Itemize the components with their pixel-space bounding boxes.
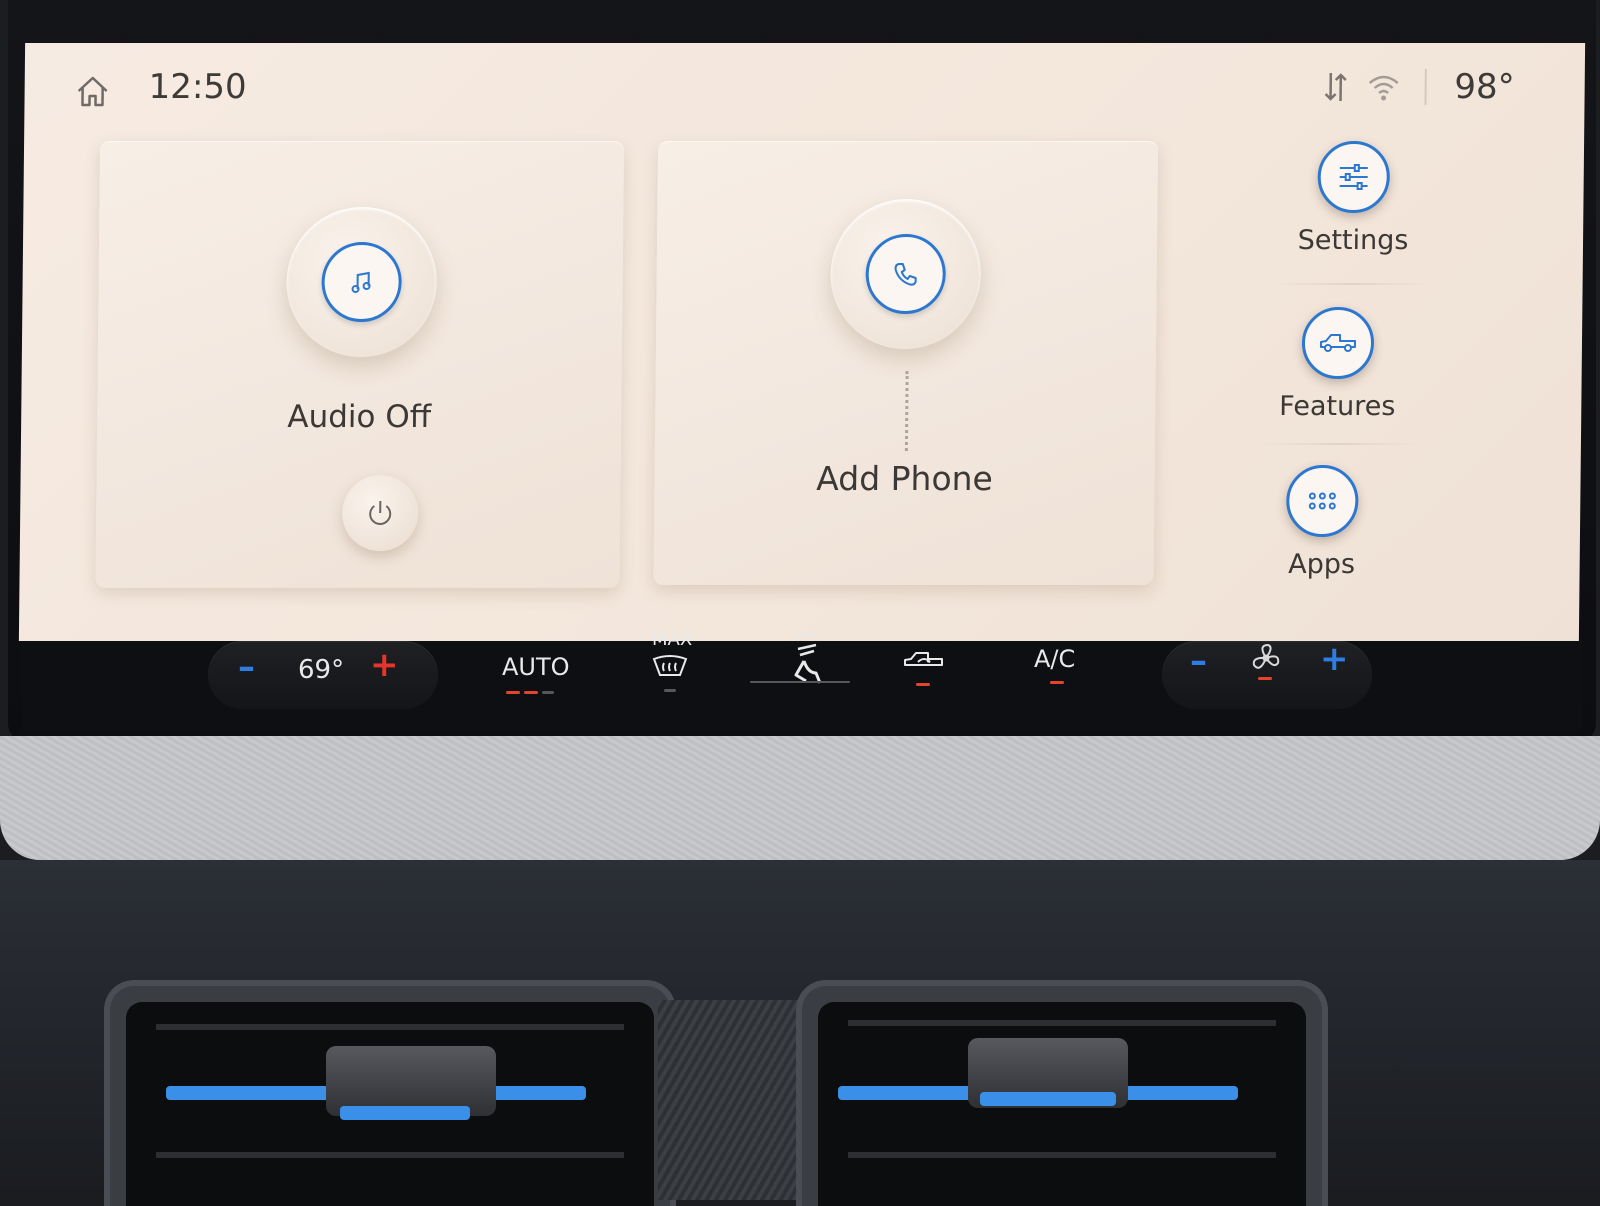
ac-indicator xyxy=(1050,681,1064,684)
auto-climate-button[interactable]: AUTO xyxy=(502,653,570,681)
vent-slat xyxy=(848,1152,1276,1158)
settings-button[interactable]: Settings xyxy=(1253,141,1454,256)
infotainment-screen: 12:50 98° Audio Off Add Phone Settings F… xyxy=(18,43,1586,641)
vent-opening xyxy=(126,1002,654,1206)
auto-indicator xyxy=(506,691,520,694)
temp-increase-button[interactable]: + xyxy=(370,645,399,685)
recirculation-icon[interactable] xyxy=(902,649,946,677)
truck-icon xyxy=(1301,307,1375,379)
apps-button[interactable]: Apps xyxy=(1222,465,1423,580)
right-air-vent[interactable] xyxy=(796,980,1328,1206)
fan-increase-button[interactable]: + xyxy=(1320,639,1349,679)
status-indicators: 98° xyxy=(1320,67,1515,107)
apps-grid-icon xyxy=(1285,465,1359,537)
features-button[interactable]: Features xyxy=(1237,307,1438,422)
outside-temperature: 98° xyxy=(1454,67,1515,107)
home-icon[interactable] xyxy=(72,71,112,111)
dashboard-trim xyxy=(0,736,1600,860)
fan-icon xyxy=(1248,641,1284,679)
max-defrost-indicator xyxy=(664,689,676,692)
phone-card[interactable]: Add Phone xyxy=(653,141,1159,585)
fan-indicator xyxy=(1258,677,1272,680)
vent-accent xyxy=(980,1092,1116,1106)
audio-source-button[interactable] xyxy=(285,207,438,357)
airflow-underline xyxy=(750,681,850,683)
vent-opening xyxy=(818,1002,1306,1206)
temp-decrease-button[interactable]: – xyxy=(238,647,255,687)
clock: 12:50 xyxy=(148,67,247,107)
phone-icon xyxy=(865,234,947,314)
apps-label: Apps xyxy=(1288,549,1356,580)
vent-slat xyxy=(848,1020,1276,1026)
power-icon xyxy=(369,501,392,525)
audio-card[interactable]: Audio Off xyxy=(95,141,625,588)
audio-power-button[interactable] xyxy=(341,475,419,551)
features-label: Features xyxy=(1279,391,1396,422)
auto-indicator xyxy=(542,691,554,694)
side-divider xyxy=(1260,443,1421,445)
recirculation-indicator xyxy=(916,683,930,686)
fan-decrease-button[interactable]: – xyxy=(1190,641,1207,681)
ac-button[interactable]: A/C xyxy=(1034,645,1075,673)
status-divider xyxy=(1424,69,1427,105)
max-defrost-label: MAX xyxy=(652,629,693,650)
audio-status-label: Audio Off xyxy=(287,399,432,435)
settings-label: Settings xyxy=(1297,225,1409,256)
phone-button[interactable] xyxy=(829,199,982,349)
climate-control-bar: – 69° + AUTO MAX A/C – + xyxy=(22,629,1582,731)
music-note-icon xyxy=(321,242,403,322)
auto-indicator xyxy=(524,691,538,694)
max-defrost-icon[interactable] xyxy=(650,653,690,685)
driver-temperature: 69° xyxy=(298,655,345,685)
vent-slat xyxy=(156,1024,624,1030)
sliders-icon xyxy=(1317,141,1391,213)
phone-connector-dots xyxy=(904,371,909,451)
center-console-trim xyxy=(658,1000,798,1200)
side-divider xyxy=(1272,283,1433,285)
wifi-icon xyxy=(1366,69,1399,105)
seat-airflow-icon[interactable] xyxy=(782,629,832,693)
add-phone-label[interactable]: Add Phone xyxy=(754,459,1054,498)
vent-accent xyxy=(340,1106,470,1120)
vent-slat xyxy=(156,1152,624,1158)
data-transfer-icon xyxy=(1320,69,1350,105)
left-air-vent[interactable] xyxy=(104,980,676,1206)
